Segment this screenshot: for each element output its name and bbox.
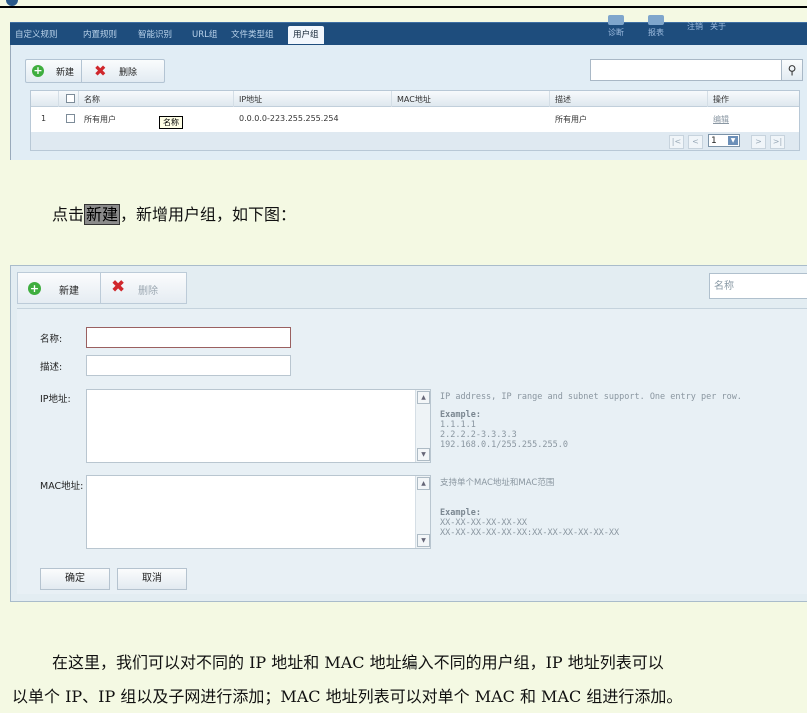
delete-button[interactable]: 删除 <box>119 65 137 78</box>
scrollbar[interactable]: ▲ ▼ <box>415 390 430 462</box>
prev-page-button[interactable]: < <box>688 135 703 149</box>
add-icon: + <box>32 64 44 77</box>
mac-hint: 支持单个MAC地址和MAC范围 <box>440 478 555 488</box>
user-group-form: 名称: 描述: IP地址: ▲ ▼ IP address, IP range a… <box>17 308 807 594</box>
mac-example-title: Example: <box>440 508 481 518</box>
toolbar-divider <box>100 273 101 303</box>
nav-bar: 自定义规则 内置规则 智能识别 URL组 文件类型组 用户组 诊断 报表 注销 … <box>10 15 807 46</box>
nav-report[interactable]: 报表 <box>648 27 664 38</box>
table-row[interactable]: 1 所有用户 0.0.0.0-223.255.255.254 所有用户 编辑 <box>31 107 799 129</box>
mac-textarea[interactable]: ▲ ▼ <box>86 475 431 549</box>
instruction-text: 点击 新建 ，新增用户组，如下图： <box>52 201 296 225</box>
table-header: 名称 IP地址 MAC地址 描述 操作 <box>31 91 799 107</box>
col-name[interactable]: 名称 <box>84 94 100 105</box>
toolbar: + 新建 ✖ 删除 <box>17 272 187 304</box>
top-banner <box>0 0 807 8</box>
body-text-line2: 以单个 IP、IP 组以及子网进行添加；MAC 地址列表可以对单个 MAC 和 … <box>12 687 683 706</box>
mac-example: XX-XX-XX-XX-XX-XX:XX-XX-XX-XX-XX-XX <box>440 528 620 538</box>
body-text-line1: 在这里，我们可以对不同的 IP 地址和 MAC 地址编入不同的用户组，IP 地址… <box>52 653 664 672</box>
user-group-panel: + 新建 ✖ 删除 ⚲ 名称 IP地址 MAC地址 描述 操作 1 所有用户 0… <box>10 45 807 160</box>
col-mac[interactable]: MAC地址 <box>397 94 431 105</box>
page-select[interactable]: 1 ▼ <box>708 134 740 147</box>
pagination: |< < 1 ▼ > >| <box>30 132 800 151</box>
mac-label: MAC地址: <box>40 481 84 492</box>
instruction-suffix: ，新增用户组，如下图： <box>120 205 297 224</box>
nav-about[interactable]: 关于 <box>710 21 726 32</box>
desc-input[interactable] <box>86 355 291 376</box>
nav-logout[interactable]: 注销 <box>687 21 703 32</box>
toolbar-divider <box>81 60 82 82</box>
ip-textarea[interactable]: ▲ ▼ <box>86 389 431 463</box>
col-ip[interactable]: IP地址 <box>239 94 262 105</box>
page-number: 1 <box>711 136 717 146</box>
user-group-table: 名称 IP地址 MAC地址 描述 操作 1 所有用户 0.0.0.0-223.2… <box>30 90 800 134</box>
chevron-down-icon: ▼ <box>728 136 738 145</box>
tab-filetype-group[interactable]: 文件类型组 <box>226 27 279 43</box>
delete-button[interactable]: 删除 <box>138 282 158 297</box>
ip-hint: IP address, IP range and subnet support.… <box>440 392 742 402</box>
scroll-down-icon[interactable]: ▼ <box>417 448 430 461</box>
ok-button[interactable]: 确定 <box>40 568 110 590</box>
tab-builtin-rules[interactable]: 内置规则 <box>78 27 122 43</box>
row-checkbox[interactable] <box>66 114 75 123</box>
col-desc[interactable]: 描述 <box>555 94 571 105</box>
ip-example: 192.168.0.1/255.255.255.0 <box>440 440 568 450</box>
tab-user-group[interactable]: 用户组 <box>288 26 324 44</box>
divider-line <box>0 6 807 8</box>
scrollbar[interactable]: ▲ ▼ <box>415 476 430 548</box>
new-button[interactable]: 新建 <box>59 282 79 297</box>
cancel-button[interactable]: 取消 <box>117 568 187 590</box>
search-input[interactable]: 名称 <box>709 273 807 299</box>
scroll-up-icon[interactable]: ▲ <box>417 391 430 404</box>
first-page-button[interactable]: |< <box>669 135 684 149</box>
desc-label: 描述: <box>40 362 63 373</box>
mac-example: XX-XX-XX-XX-XX-XX <box>440 518 527 528</box>
new-user-group-dialog: + 新建 ✖ 删除 名称 名称: 描述: IP地址: ▲ ▼ IP addres… <box>10 265 807 602</box>
tab-url-group[interactable]: URL组 <box>187 27 222 43</box>
row-desc: 所有用户 <box>555 115 587 124</box>
report-icon <box>648 15 664 25</box>
search-icon[interactable]: ⚲ <box>781 59 803 81</box>
tab-custom-rules[interactable]: 自定义规则 <box>10 27 63 43</box>
tab-smart-identify[interactable]: 智能识别 <box>133 27 177 43</box>
toolbar: + 新建 ✖ 删除 <box>25 59 165 83</box>
add-icon: + <box>28 282 41 295</box>
next-page-button[interactable]: > <box>751 135 766 149</box>
scroll-down-icon[interactable]: ▼ <box>417 534 430 547</box>
ip-example-title: Example: <box>440 410 481 420</box>
ip-example: 2.2.2.2-3.3.3.3 <box>440 430 517 440</box>
nav-diagnose[interactable]: 诊断 <box>608 27 624 38</box>
last-page-button[interactable]: >| <box>770 135 785 149</box>
name-label: 名称: <box>40 334 63 345</box>
instruction-prefix: 点击 <box>52 205 85 224</box>
edit-link[interactable]: 编辑 <box>713 114 729 125</box>
select-all-checkbox[interactable] <box>66 94 75 103</box>
col-action: 操作 <box>713 95 729 104</box>
highlight-new: 新建 <box>84 204 121 225</box>
new-button[interactable]: 新建 <box>56 65 74 78</box>
tooltip: 名称 <box>159 116 183 129</box>
diagnose-icon <box>608 15 624 25</box>
scroll-up-icon[interactable]: ▲ <box>417 477 430 490</box>
delete-icon: ✖ <box>94 62 107 80</box>
ip-label: IP地址: <box>40 394 71 405</box>
name-input[interactable] <box>86 327 291 348</box>
row-name: 所有用户 <box>84 115 116 124</box>
ip-example: 1.1.1.1 <box>440 420 476 430</box>
row-index: 1 <box>41 114 47 123</box>
delete-icon: ✖ <box>111 277 126 297</box>
search-input[interactable] <box>590 59 782 81</box>
row-ip: 0.0.0.0-223.255.255.254 <box>239 114 339 123</box>
